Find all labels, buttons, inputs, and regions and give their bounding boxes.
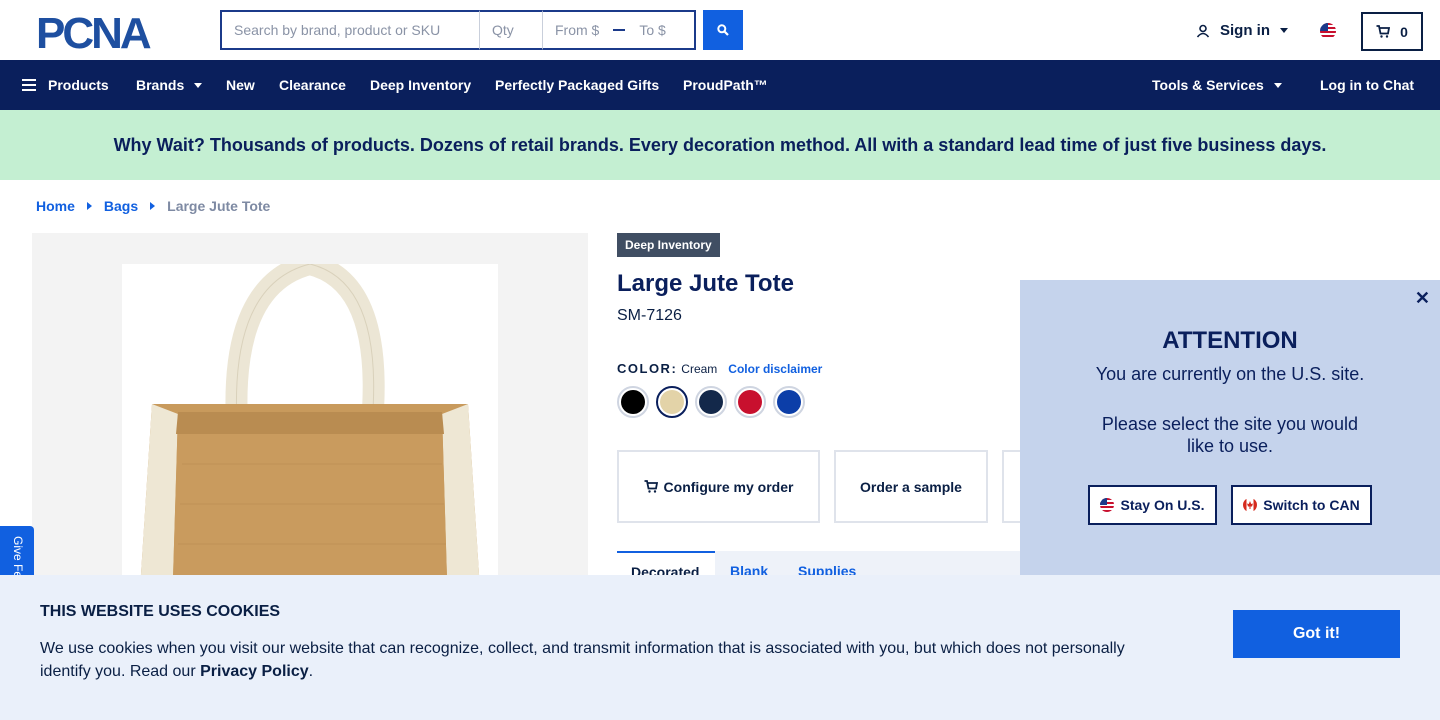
privacy-policy-link[interactable]: Privacy Policy: [200, 663, 309, 680]
nav-login-chat[interactable]: Log in to Chat: [1320, 77, 1414, 93]
us-flag-icon: [1100, 498, 1115, 512]
promo-banner-text: Why Wait? Thousands of products. Dozens …: [113, 134, 1327, 155]
breadcrumb-separator-icon: [150, 202, 156, 210]
swatch-navy-fill: [699, 390, 723, 414]
nav-tools-label: Tools & Services: [1152, 77, 1264, 93]
deep-inventory-badge: Deep Inventory: [617, 233, 720, 257]
chevron-down-icon: [1280, 28, 1288, 33]
logo-text: PCNA: [36, 12, 151, 52]
swatch-cream-fill: [660, 390, 684, 414]
popup-message-current-site: You are currently on the U.S. site.: [1095, 364, 1365, 384]
cookie-text: We use cookies when you visit our websit…: [40, 640, 1125, 680]
breadcrumb: Home Bags Large Jute Tote: [36, 198, 270, 214]
color-swatches: [617, 386, 812, 418]
swatch-royal-blue-fill: [777, 390, 801, 414]
nav-clearance[interactable]: Clearance: [279, 77, 346, 93]
order-sample-button[interactable]: Order a sample: [834, 450, 988, 523]
stay-us-button[interactable]: Stay On U.S.: [1088, 485, 1217, 525]
color-selection-row: COLOR: Cream Color disclaimer: [617, 361, 822, 376]
range-dash: [613, 29, 626, 31]
price-to-input[interactable]: To $: [639, 22, 665, 38]
order-sample-label: Order a sample: [860, 478, 962, 495]
got-it-button[interactable]: Got it!: [1233, 610, 1400, 658]
menu-icon: [22, 79, 36, 91]
sign-in-menu[interactable]: Sign in: [1196, 22, 1288, 39]
breadcrumb-home[interactable]: Home: [36, 198, 75, 214]
swatch-red[interactable]: [734, 386, 766, 418]
switch-can-label: Switch to CAN: [1263, 497, 1360, 513]
promo-banner: Why Wait? Thousands of products. Dozens …: [0, 110, 1440, 180]
nav-brands-label: Brands: [136, 77, 185, 93]
product-sku: SM-7126: [617, 307, 682, 324]
price-range-input[interactable]: From $ To $: [542, 10, 696, 50]
product-title: Large Jute Tote: [617, 270, 794, 297]
search-icon: [717, 24, 729, 36]
breadcrumb-current: Large Jute Tote: [167, 198, 271, 214]
sign-in-label: Sign in: [1220, 22, 1270, 39]
configure-order-button[interactable]: Configure my order: [617, 450, 820, 523]
nav-products[interactable]: Products: [22, 77, 109, 93]
swatch-navy[interactable]: [695, 386, 727, 418]
site-selection-popup: ✕ ATTENTION You are currently on the U.S…: [1020, 280, 1440, 580]
configure-order-label: Configure my order: [663, 478, 794, 495]
popup-title: ATTENTION: [1162, 327, 1298, 354]
stay-us-label: Stay On U.S.: [1120, 497, 1205, 513]
nav-perfectly-packaged-gifts[interactable]: Perfectly Packaged Gifts: [495, 77, 659, 93]
main-nav: Products Brands New Clearance Deep Inven…: [0, 60, 1440, 110]
cookie-title: THIS WEBSITE USES COOKIES: [40, 603, 281, 620]
swatch-black-fill: [621, 390, 645, 414]
swatch-cream[interactable]: [656, 386, 688, 418]
color-label: COLOR:: [617, 361, 678, 376]
pcna-logo[interactable]: PCNA: [36, 12, 184, 52]
us-flag-icon[interactable]: [1320, 23, 1336, 39]
cart-icon: [1376, 25, 1391, 38]
close-icon[interactable]: ✕: [1415, 288, 1430, 309]
chevron-down-icon: [194, 82, 203, 88]
chevron-down-icon: [1273, 82, 1282, 88]
user-icon: [1196, 24, 1210, 38]
cookie-banner: THIS WEBSITE USES COOKIES We use cookies…: [0, 575, 1440, 720]
cart-count: 0: [1400, 23, 1408, 40]
popup-message-select-site: Please select the site you would like to…: [1101, 414, 1359, 456]
search-input[interactable]: Search by brand, product or SKU: [220, 10, 479, 50]
breadcrumb-separator-icon: [86, 202, 92, 210]
nav-proudpath[interactable]: ProudPath™: [683, 77, 768, 93]
nav-brands[interactable]: Brands: [136, 77, 203, 93]
swatch-black[interactable]: [617, 386, 649, 418]
nav-tools-services[interactable]: Tools & Services: [1152, 77, 1282, 93]
qty-input[interactable]: Qty: [479, 10, 542, 50]
nav-products-label: Products: [48, 77, 109, 93]
site-header: PCNA Search by brand, product or SKU Qty…: [0, 0, 1440, 60]
color-disclaimer-link[interactable]: Color disclaimer: [728, 362, 822, 376]
cart-button[interactable]: 0: [1361, 12, 1423, 51]
swatch-royal-blue[interactable]: [773, 386, 805, 418]
search-bar: Search by brand, product or SKU Qty From…: [220, 10, 696, 50]
switch-can-button[interactable]: Switch to CAN: [1231, 485, 1372, 525]
search-button[interactable]: [703, 10, 743, 50]
breadcrumb-bags[interactable]: Bags: [104, 198, 138, 214]
canada-flag-icon: [1243, 498, 1258, 512]
nav-deep-inventory[interactable]: Deep Inventory: [370, 77, 471, 93]
color-value: Cream: [681, 362, 718, 376]
price-from-input[interactable]: From $: [555, 22, 599, 38]
swatch-red-fill: [738, 390, 762, 414]
nav-new[interactable]: New: [226, 77, 255, 93]
cart-icon: [644, 480, 658, 493]
